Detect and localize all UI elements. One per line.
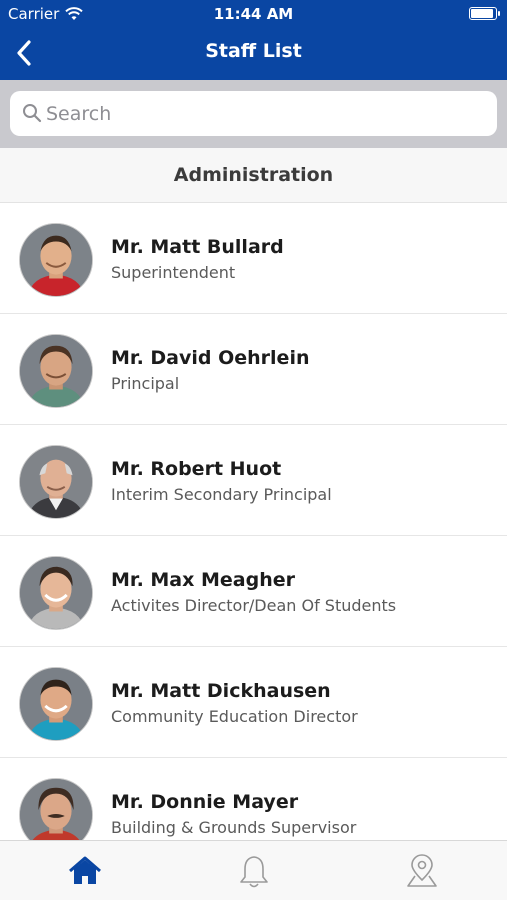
staff-role: Superintendent (111, 263, 236, 282)
tab-notifications[interactable] (234, 853, 274, 889)
staff-name: Mr. Robert Huot (111, 458, 282, 480)
bell-icon (240, 856, 268, 888)
tab-map[interactable] (402, 853, 442, 889)
status-time: 11:44 AM (213, 5, 294, 23)
staff-row[interactable]: Mr. Matt Bullard Superintendent (0, 203, 507, 314)
staff-list-screen: Carrier 11:44 AM Staff List Search Admin… (0, 0, 507, 900)
map-pin-icon (407, 854, 437, 887)
tab-home[interactable] (65, 853, 105, 889)
section-header: Administration (0, 148, 507, 203)
staff-name: Mr. David Oehrlein (111, 347, 310, 369)
section-title: Administration (173, 164, 334, 186)
staff-role: Interim Secondary Principal (111, 485, 332, 504)
home-icon (69, 856, 101, 884)
staff-role: Community Education Director (111, 707, 358, 726)
staff-role: Activites Director/Dean Of Students (111, 596, 397, 615)
avatar (19, 667, 93, 741)
staff-name: Mr. Donnie Mayer (111, 791, 299, 813)
avatar (19, 334, 93, 408)
staff-row[interactable]: Mr. Donnie Mayer Building & Grounds Supe… (0, 758, 507, 840)
staff-row[interactable]: Mr. Robert Huot Interim Secondary Princi… (0, 425, 507, 536)
staff-role: Principal (111, 374, 180, 393)
status-bar: Carrier 11:44 AM (0, 0, 507, 28)
battery-icon (469, 7, 500, 20)
staff-row[interactable]: Mr. Matt Dickhausen Community Education … (0, 647, 507, 758)
nav-bar: Staff List (0, 28, 507, 80)
avatar (19, 556, 93, 630)
page-title: Staff List (205, 40, 302, 62)
staff-name: Mr. Matt Bullard (111, 236, 284, 258)
search-bar (0, 80, 507, 148)
avatar (19, 778, 93, 840)
staff-role: Building & Grounds Supervisor (111, 818, 357, 837)
avatar (19, 223, 93, 297)
search-input[interactable] (46, 91, 486, 136)
tab-bar (0, 840, 507, 900)
staff-list: Mr. Matt Bullard Superintendent Mr. Davi… (0, 203, 507, 840)
staff-name: Mr. Max Meagher (111, 569, 295, 591)
staff-row[interactable]: Mr. David Oehrlein Principal (0, 314, 507, 425)
search-icon (23, 104, 42, 123)
header: Carrier 11:44 AM Staff List (0, 0, 507, 80)
search-box[interactable] (10, 91, 497, 136)
staff-name: Mr. Matt Dickhausen (111, 680, 331, 702)
avatar (19, 445, 93, 519)
staff-row[interactable]: Mr. Max Meagher Activites Director/Dean … (0, 536, 507, 647)
